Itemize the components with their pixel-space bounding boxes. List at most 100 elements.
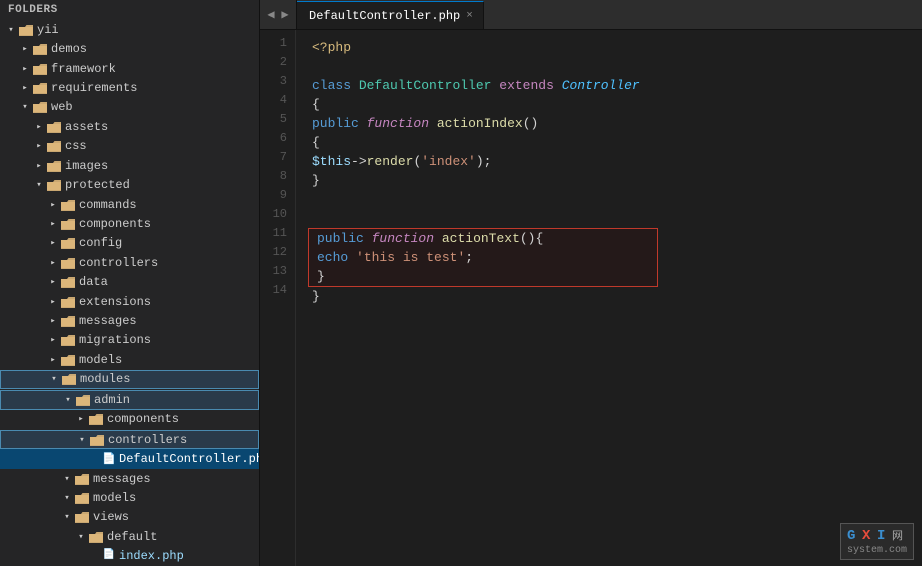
sidebar: FOLDERS yii demos framework — [0, 0, 260, 566]
folder-icon-components — [60, 218, 76, 230]
tree-item-config[interactable]: config — [0, 234, 259, 253]
file-icon-defaultcontroller: 📄 — [102, 452, 116, 466]
tab-bar: ◀ ▶ DefaultController.php × — [260, 0, 922, 30]
arrow-extensions — [46, 297, 60, 307]
item-label-images: images — [65, 159, 108, 173]
sidebar-header: FOLDERS — [0, 0, 259, 20]
arrow-admin-models — [60, 493, 74, 503]
folder-icon-css — [46, 140, 62, 152]
tree-item-yii[interactable]: yii — [0, 20, 259, 39]
tree-item-index-php[interactable]: 📄 index.php — [0, 547, 259, 566]
tree-item-extensions[interactable]: extensions — [0, 292, 259, 311]
watermark-net: 网 — [892, 531, 903, 543]
folder-icon-admin-controllers — [89, 434, 105, 446]
tree-item-web[interactable]: web — [0, 98, 259, 117]
folder-icon-messages — [60, 315, 76, 327]
tree-item-defaultcontroller[interactable]: 📄 DefaultController.php — [0, 449, 259, 468]
folder-icon-models — [60, 354, 76, 366]
nav-arrows: ◀ ▶ — [260, 0, 297, 29]
item-label-extensions: extensions — [79, 295, 151, 309]
folder-icon-framework — [32, 63, 48, 75]
folder-icon-requirements — [32, 82, 48, 94]
tree-item-models[interactable]: models — [0, 350, 259, 369]
folder-icon-config — [60, 237, 76, 249]
arrow-commands — [46, 200, 60, 210]
arrow-css — [32, 141, 46, 151]
item-label-messages: messages — [79, 314, 137, 328]
code-line-11: public function actionText(){ — [317, 229, 649, 248]
item-label-models: models — [79, 353, 122, 367]
nav-prev-button[interactable]: ◀ — [264, 4, 278, 24]
folder-icon-admin — [75, 394, 91, 406]
arrow-data — [46, 277, 60, 287]
code-line-3: class DefaultController extends Controll… — [312, 76, 922, 95]
arrow-assets — [32, 122, 46, 132]
tree-item-admin-models[interactable]: models — [0, 488, 259, 507]
tree-item-images[interactable]: images — [0, 156, 259, 175]
tree-item-demos[interactable]: demos — [0, 39, 259, 58]
folder-icon-web — [32, 101, 48, 113]
code-area[interactable]: <?php class DefaultController extends Co… — [296, 30, 922, 566]
item-label-requirements: requirements — [51, 81, 137, 95]
tree-item-framework[interactable]: framework — [0, 59, 259, 78]
file-icon-index-php: 📄 — [102, 549, 116, 563]
line-numbers: 1 2 3 4 5 6 7 8 9 10 11 12 13 14 — [260, 30, 296, 566]
tree-item-commands[interactable]: commands — [0, 195, 259, 214]
folder-icon-demos — [32, 43, 48, 55]
folder-icon-images — [46, 160, 62, 172]
nav-next-button[interactable]: ▶ — [278, 4, 292, 24]
arrow-default — [74, 532, 88, 542]
tree-item-modules[interactable]: modules — [0, 370, 259, 389]
arrow-admin-views — [60, 512, 74, 522]
code-line-8: } — [312, 171, 922, 190]
arrow-config — [46, 238, 60, 248]
watermark: G X I 网 system.com — [840, 523, 914, 560]
tree-item-css[interactable]: css — [0, 137, 259, 156]
tree-item-migrations[interactable]: migrations — [0, 331, 259, 350]
tree-item-admin[interactable]: admin — [0, 390, 259, 409]
tree-item-components[interactable]: components — [0, 214, 259, 233]
arrow-protected — [32, 180, 46, 190]
folder-icon-migrations — [60, 334, 76, 346]
tree-item-admin-views[interactable]: views — [0, 508, 259, 527]
folder-icon-assets — [46, 121, 62, 133]
tree-item-admin-controllers[interactable]: controllers — [0, 430, 259, 449]
arrow-components — [46, 219, 60, 229]
tab-close-button[interactable]: × — [466, 10, 473, 22]
folder-icon-modules — [61, 373, 77, 385]
tree-item-admin-components[interactable]: components — [0, 410, 259, 429]
arrow-messages — [46, 316, 60, 326]
folder-icon-extensions — [60, 296, 76, 308]
arrow-images — [32, 161, 46, 171]
item-label-admin-messages: messages — [93, 472, 151, 486]
folder-icon-admin-models — [74, 492, 90, 504]
tree-item-protected[interactable]: protected — [0, 175, 259, 194]
arrow-admin — [61, 395, 75, 405]
item-label-admin-views: views — [93, 510, 129, 524]
tree-item-controllers[interactable]: controllers — [0, 253, 259, 272]
tree-item-data[interactable]: data — [0, 272, 259, 291]
tab-label: DefaultController.php — [309, 9, 460, 23]
item-label-framework: framework — [51, 62, 116, 76]
tree-item-admin-messages[interactable]: messages — [0, 469, 259, 488]
folder-icon-controllers — [60, 257, 76, 269]
arrow-yii — [4, 25, 18, 35]
item-label-protected: protected — [65, 178, 130, 192]
tab-defaultcontroller[interactable]: DefaultController.php × — [297, 1, 484, 29]
tree-item-default[interactable]: default — [0, 527, 259, 546]
item-label-web: web — [51, 100, 73, 114]
folder-icon-admin-views — [74, 511, 90, 523]
tree-item-requirements[interactable]: requirements — [0, 78, 259, 97]
folder-icon-data — [60, 276, 76, 288]
watermark-x: X — [862, 528, 870, 544]
code-line-14: } — [312, 287, 922, 306]
editor-content: 1 2 3 4 5 6 7 8 9 10 11 12 13 14 <?php c… — [260, 30, 922, 566]
folder-icon-default — [88, 531, 104, 543]
tree-item-assets[interactable]: assets — [0, 117, 259, 136]
arrow-admin-components — [74, 414, 88, 424]
main-layout: FOLDERS yii demos framework — [0, 0, 922, 566]
tree-item-messages[interactable]: messages — [0, 311, 259, 330]
item-label-admin-components: components — [107, 412, 179, 426]
folder-icon-admin-messages — [74, 473, 90, 485]
code-line-10 — [312, 209, 922, 228]
